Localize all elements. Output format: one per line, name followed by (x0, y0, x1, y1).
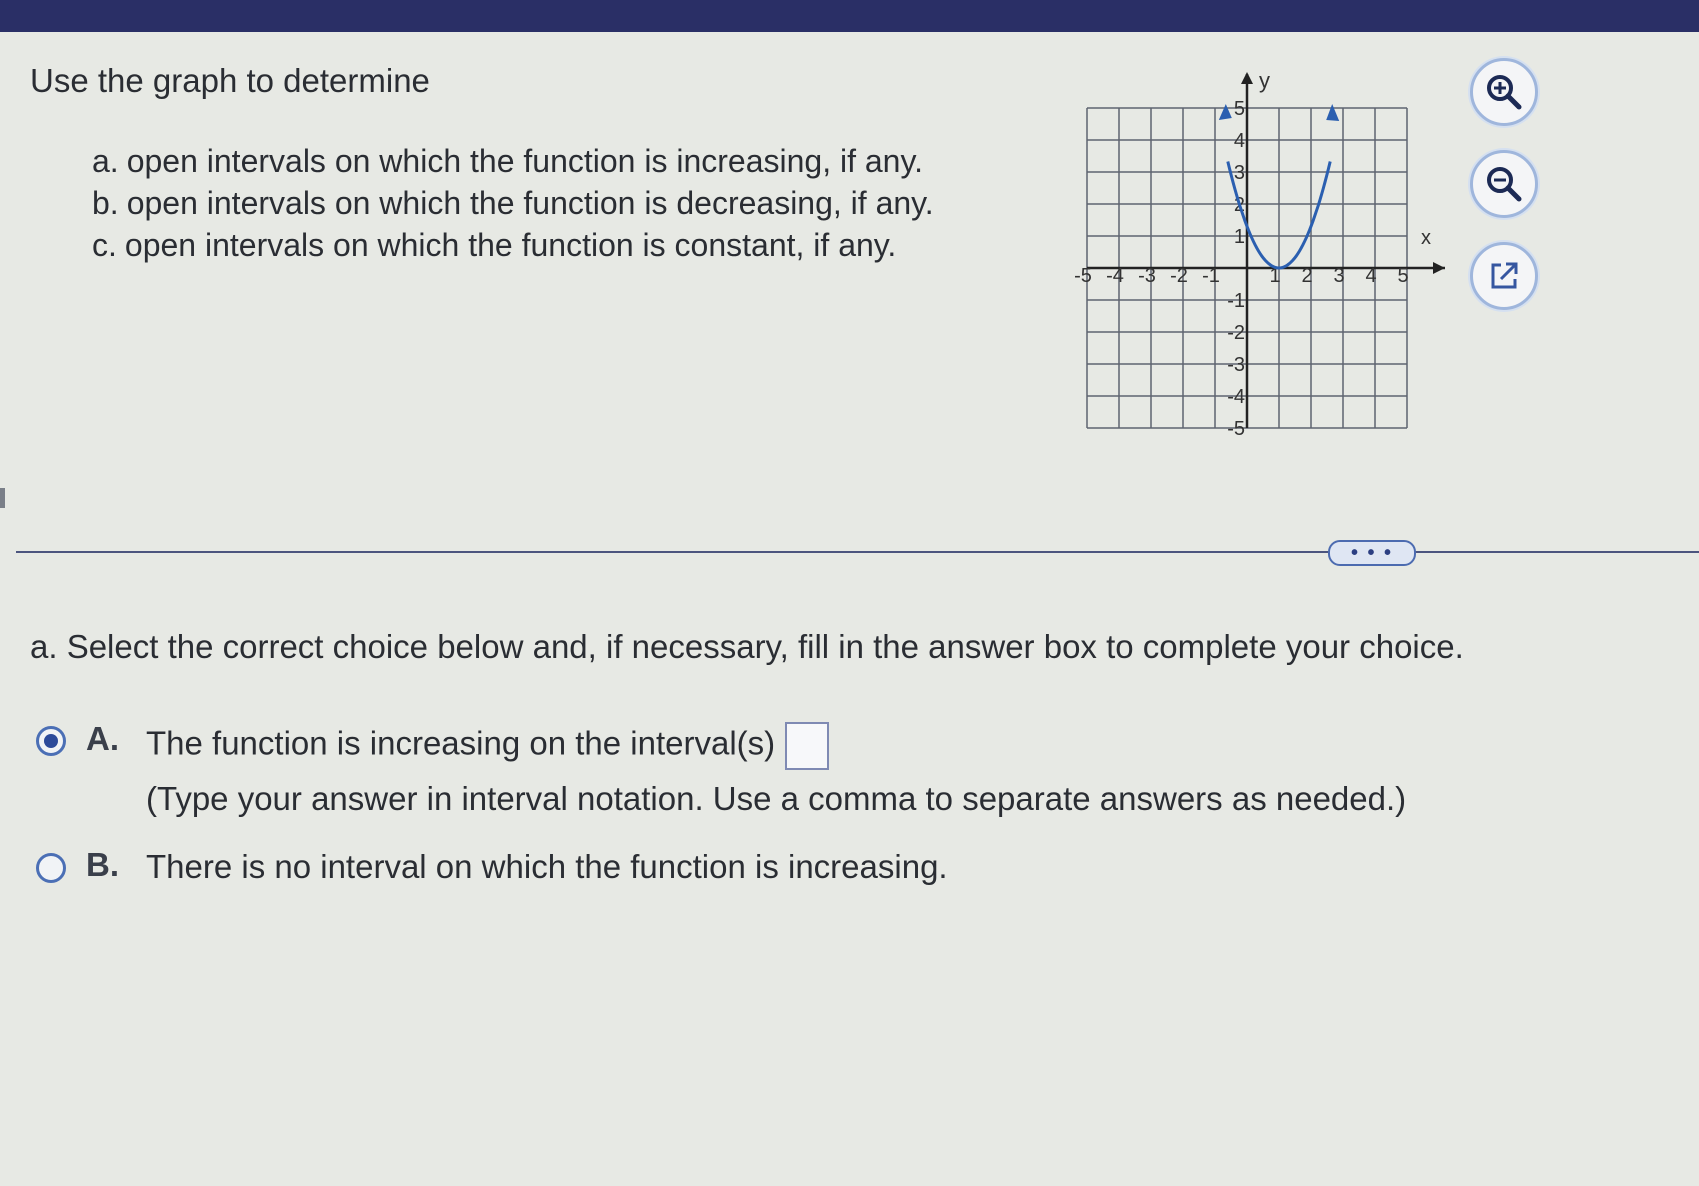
zoom-out-button[interactable] (1470, 150, 1538, 218)
question-parts: a. open intervals on which the function … (92, 140, 934, 266)
x-tick-label: 4 (1365, 265, 1376, 287)
x-tick-label: -2 (1170, 265, 1188, 287)
x-tick-label: 5 (1397, 265, 1408, 287)
choice-b-radio[interactable] (36, 853, 66, 883)
choice-a-hint: (Type your answer in interval notation. … (146, 780, 1407, 817)
part-letter: c. (92, 227, 117, 263)
choice-a-label: The function is increasing on the interv… (146, 724, 776, 762)
curve-arrow-right (1326, 104, 1340, 121)
edge-marker (0, 488, 5, 508)
part-a-prompt: a. Select the correct choice below and, … (30, 628, 1464, 665)
zoom-out-icon (1487, 167, 1522, 202)
x-tick-label: 3 (1333, 265, 1344, 287)
x-tick-label: -3 (1138, 265, 1156, 287)
section-divider (16, 551, 1699, 553)
function-graph: -5 -4 -3 -2 -1 1 2 3 4 554321-1-2-3-4-5 x y (1074, 68, 1445, 440)
choice-b-letter: B. (86, 846, 119, 883)
part-text: open intervals on which the function is … (124, 227, 897, 263)
interval-answer-input[interactable] (785, 722, 830, 770)
y-tick-label: -4 (1227, 386, 1245, 408)
y-tick-label: -3 (1227, 354, 1245, 376)
top-bar (0, 0, 1699, 32)
x-axis-label: x (1421, 227, 1431, 249)
y-tick-label: -2 (1227, 322, 1245, 344)
part-text: open intervals on which the function is … (126, 143, 923, 179)
popout-button[interactable] (1470, 242, 1538, 310)
question-part-c: c. open intervals on which the function … (92, 224, 934, 266)
part-text: open intervals on which the function is … (126, 185, 934, 221)
graph-axes (1087, 72, 1445, 428)
zoom-in-button[interactable] (1470, 58, 1538, 126)
question-part-b: b. open intervals on which the function … (92, 182, 934, 224)
part-letter: b. (92, 185, 119, 221)
x-tick-label: -1 (1202, 265, 1220, 287)
y-tick-label: -5 (1227, 418, 1245, 440)
question-part-a: a. open intervals on which the function … (92, 140, 934, 182)
y-tick-label: -1 (1227, 290, 1245, 312)
choice-a-letter: A. (86, 720, 119, 757)
x-tick-label: 2 (1301, 265, 1312, 287)
y-axis-arrow (1241, 72, 1253, 84)
choice-a-text: The function is increasing on the interv… (146, 722, 830, 770)
zoom-in-icon (1487, 75, 1522, 110)
choice-a-radio[interactable] (36, 726, 66, 756)
question-prompt: Use the graph to determine (30, 62, 430, 99)
y-axis-label: y (1259, 68, 1270, 93)
part-letter: a. (92, 143, 119, 179)
expand-more-button[interactable]: • • • (1328, 540, 1416, 566)
x-axis-arrow (1433, 262, 1445, 274)
x-tick-label: -5 (1074, 265, 1092, 287)
y-tick-label: 1 (1234, 226, 1245, 248)
y-tick-label: 4 (1234, 130, 1245, 152)
curve-arrow-left (1218, 104, 1232, 120)
y-tick-label: 3 (1234, 162, 1245, 184)
y-tick-label: 5 (1234, 98, 1245, 120)
popout-icon (1491, 262, 1518, 289)
x-tick-label: -4 (1106, 265, 1124, 287)
choice-b-text: There is no interval on which the functi… (146, 848, 948, 885)
